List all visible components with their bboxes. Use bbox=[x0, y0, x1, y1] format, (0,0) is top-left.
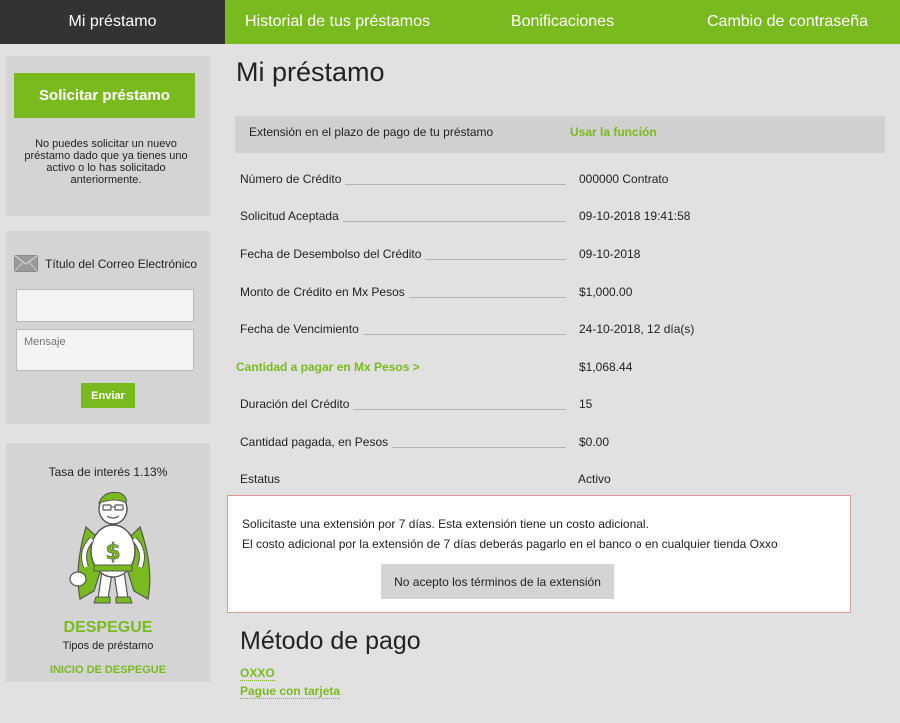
detail-row: Fecha de Desembolso del Crédito 09-10-20… bbox=[240, 247, 880, 267]
row-leader-line bbox=[340, 334, 566, 335]
loan-types: Tipos de préstamo bbox=[62, 640, 154, 652]
row-value: 000000 Contrato bbox=[579, 172, 669, 186]
row-value: $1,068.44 bbox=[579, 360, 633, 374]
payment-method-title: Método de pago bbox=[240, 627, 421, 655]
tab-mi-prestamo[interactable]: Mi préstamo bbox=[0, 0, 225, 44]
row-value: $1,000.00 bbox=[579, 285, 633, 299]
row-key: Fecha de Vencimiento bbox=[240, 322, 363, 336]
row-leader-line bbox=[340, 409, 566, 410]
notice-line-2: El costo adicional por la extensión de 7… bbox=[242, 537, 778, 551]
mascot-illustration: $ bbox=[69, 492, 151, 604]
contact-header: Título del Correo Electrónico bbox=[14, 255, 197, 272]
detail-row: Solicitud Aceptada 09-10-2018 19:41:58 bbox=[240, 209, 880, 229]
amount-due-link[interactable]: Cantidad a pagar en Mx Pesos > bbox=[236, 360, 424, 374]
send-button[interactable]: Enviar bbox=[81, 383, 135, 408]
extension-bar: Extensión en el plazo de pago de tu prés… bbox=[235, 116, 885, 153]
tab-historial[interactable]: Historial de tus préstamos bbox=[225, 0, 450, 44]
contact-label: Título del Correo Electrónico bbox=[45, 256, 198, 271]
page-title: Mi préstamo bbox=[236, 57, 385, 87]
row-value: 09-10-2018 19:41:58 bbox=[579, 209, 691, 223]
notice-line-1: Solicitaste una extensión por 7 días. Es… bbox=[242, 517, 649, 531]
request-loan-button[interactable]: Solicitar préstamo bbox=[14, 73, 195, 118]
extension-label: Extensión en el plazo de pago de tu prés… bbox=[249, 125, 494, 139]
row-key: Cantidad pagada, en Pesos bbox=[240, 435, 393, 449]
detail-row: Fecha de Vencimiento 24-10-2018, 12 día(… bbox=[240, 322, 880, 342]
payment-oxxo-link[interactable]: OXXO bbox=[240, 666, 275, 681]
detail-row: Estatus Activo bbox=[240, 472, 880, 492]
brand-name: DESPEGUE bbox=[63, 619, 153, 636]
detail-row: Cantidad pagada, en Pesos $0.00 bbox=[240, 435, 880, 455]
interest-rate: Tasa de interés 1.13% bbox=[48, 465, 168, 479]
status-value: Activo bbox=[578, 472, 611, 486]
contact-panel: Título del Correo Electrónico Enviar bbox=[6, 231, 210, 424]
row-leader-line bbox=[340, 221, 566, 222]
row-value: $0.00 bbox=[579, 435, 610, 449]
detail-row: Cantidad a pagar en Mx Pesos > $1,068.44 bbox=[236, 360, 876, 380]
top-nav: Mi préstamo Historial de tus préstamos B… bbox=[0, 0, 900, 44]
reject-extension-button[interactable]: No acepto los términos de la extensión bbox=[381, 564, 614, 599]
detail-row: Número de Crédito 000000 Contrato bbox=[240, 172, 880, 192]
email-subject-field[interactable] bbox=[16, 289, 194, 322]
row-key: Monto de Crédito en Mx Pesos bbox=[240, 285, 409, 299]
brand-home-link[interactable]: INICIO DE DESPEGUE bbox=[6, 664, 210, 676]
envelope-icon bbox=[14, 255, 38, 272]
row-key: Duración del Crédito bbox=[240, 397, 354, 411]
message-field[interactable] bbox=[16, 329, 194, 371]
row-value: 15 bbox=[579, 397, 593, 411]
detail-row: Monto de Crédito en Mx Pesos $1,000.00 bbox=[240, 285, 880, 305]
tab-cambio-contrasena[interactable]: Cambio de contraseña bbox=[675, 0, 900, 44]
request-note: No puedes solicitar un nuevo préstamo da… bbox=[24, 138, 188, 186]
row-key: Estatus bbox=[240, 472, 285, 486]
promo-panel: Tasa de interés 1.13% $ DESPEGUE Tipos d… bbox=[6, 443, 210, 682]
row-key: Fecha de Desembolso del Crédito bbox=[240, 247, 426, 261]
row-key: Solicitud Aceptada bbox=[240, 209, 343, 223]
row-value: 09-10-2018 bbox=[579, 247, 641, 261]
row-leader-line bbox=[340, 184, 566, 185]
extension-notice: Solicitaste una extensión por 7 días. Es… bbox=[227, 495, 851, 613]
payment-card-link[interactable]: Pague con tarjeta bbox=[240, 684, 341, 699]
request-panel: Solicitar préstamo No puedes solicitar u… bbox=[6, 56, 210, 216]
detail-row: Duración del Crédito 15 bbox=[240, 397, 880, 417]
row-value: 24-10-2018, 12 día(s) bbox=[579, 322, 695, 336]
use-function-link[interactable]: Usar la función bbox=[570, 125, 657, 139]
tab-bonificaciones[interactable]: Bonificaciones bbox=[450, 0, 675, 44]
svg-text:$: $ bbox=[105, 540, 120, 565]
row-key: Número de Crédito bbox=[240, 172, 346, 186]
